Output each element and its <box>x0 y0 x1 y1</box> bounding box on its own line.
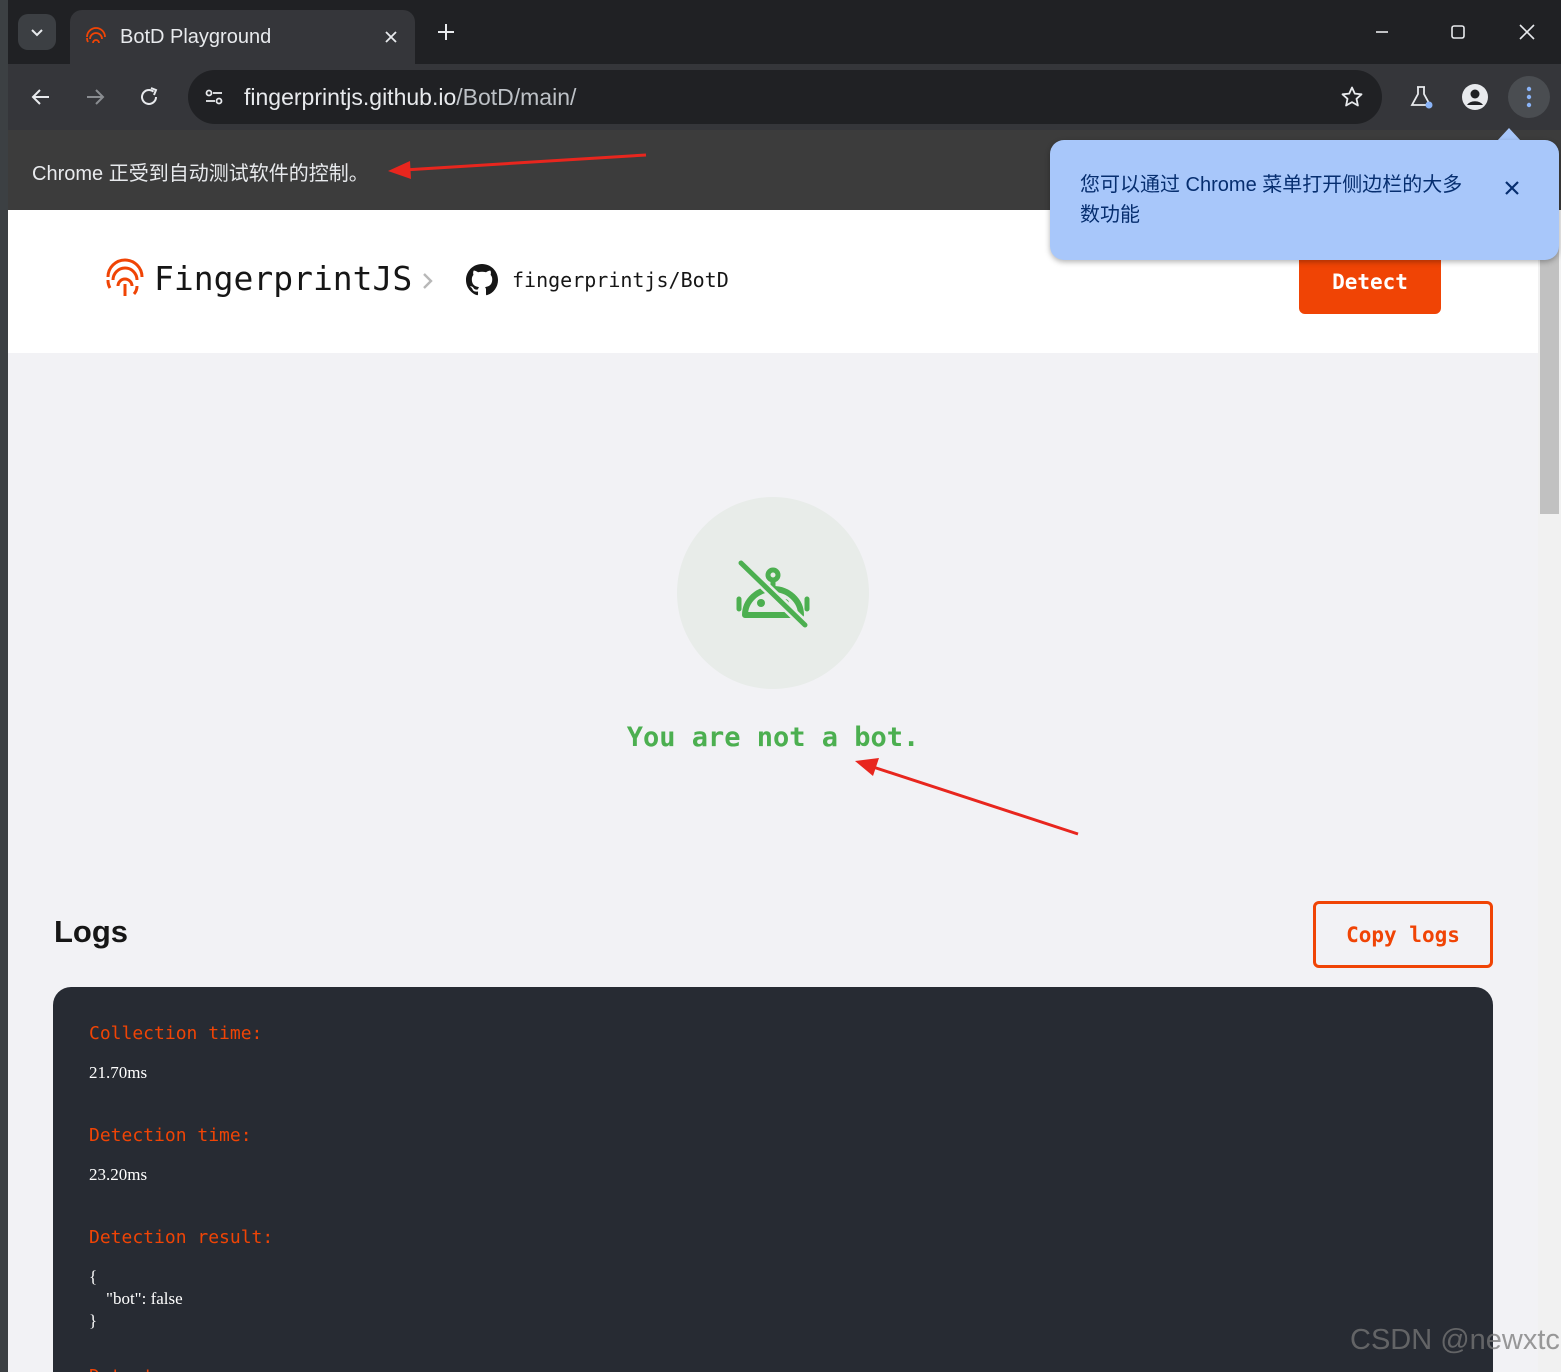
maximize-icon <box>1451 25 1465 39</box>
bookmark-button[interactable] <box>1332 77 1372 117</box>
log-key-collection-time: Collection time: <box>89 1023 263 1044</box>
close-tab-button[interactable] <box>381 27 401 47</box>
log-key-detectors: Detectors: <box>89 1366 1457 1372</box>
address-bar[interactable]: fingerprintjs.github.io/BotD/main/ <box>188 70 1382 124</box>
close-icon <box>1519 24 1535 40</box>
close-icon <box>385 31 397 43</box>
arrow-left-icon <box>31 89 49 105</box>
new-tab-button[interactable] <box>432 18 460 46</box>
tune-icon <box>205 89 223 105</box>
star-icon <box>1341 86 1363 107</box>
csdn-watermark: CSDN @newxtc <box>1350 1324 1560 1356</box>
reload-button[interactable] <box>130 78 168 116</box>
minimize-icon <box>1376 31 1388 33</box>
fingerprint-favicon-icon <box>86 27 106 44</box>
github-icon <box>466 264 498 296</box>
browser-window: BotD Playground fingerprintjs.github.io/… <box>0 0 1561 1372</box>
flask-icon <box>1410 86 1433 109</box>
log-key-detection-result: Detection result: <box>89 1227 274 1248</box>
tooltip-close-button[interactable] <box>1498 174 1526 202</box>
browser-toolbar: fingerprintjs.github.io/BotD/main/ <box>8 64 1561 130</box>
close-icon <box>1505 181 1519 195</box>
url-path: /BotD/main/ <box>456 83 577 110</box>
left-edge-strip <box>0 0 8 1372</box>
chevron-down-icon <box>31 29 43 37</box>
reload-icon <box>141 87 158 105</box>
logo-wordmark: FingerprintJS <box>154 258 413 298</box>
plus-icon <box>438 24 454 40</box>
tooltip-message: 您可以通过 Chrome 菜单打开侧边栏的大多数功能 <box>1080 174 1463 226</box>
result-icon-circle <box>677 497 869 689</box>
page-viewport: FingerprintJS fingerprintjs/BotD Detect … <box>8 210 1538 1372</box>
site-info-button[interactable] <box>194 77 234 117</box>
maximize-button[interactable] <box>1442 16 1474 48</box>
chevron-right-icon <box>423 273 433 289</box>
side-panel-tip-bubble: 您可以通过 Chrome 菜单打开侧边栏的大多数功能 <box>1050 140 1559 260</box>
log-value-detection-result: { "bot": false } <box>89 1267 183 1330</box>
page-scrollbar[interactable] <box>1538 210 1561 1372</box>
github-repo-label: fingerprintjs/BotD <box>512 268 729 292</box>
back-button[interactable] <box>22 78 60 116</box>
logs-panel: Collection time: 21.70ms Detection time:… <box>53 987 1493 1372</box>
arrow-right-icon <box>87 89 105 105</box>
labs-button[interactable] <box>1402 78 1440 116</box>
tab-search-button[interactable] <box>18 14 56 50</box>
tab-botd-playground[interactable]: BotD Playground <box>70 10 415 64</box>
more-vert-icon <box>1526 86 1532 108</box>
minimize-button[interactable] <box>1366 16 1398 48</box>
avatar-icon <box>1462 84 1488 110</box>
fingerprint-logo-icon <box>106 258 144 296</box>
log-key-detection-time: Detection time: <box>89 1125 252 1146</box>
logs-heading: Logs <box>54 914 129 949</box>
profile-button[interactable] <box>1456 78 1494 116</box>
forward-button[interactable] <box>76 78 114 116</box>
fingerprintjs-logo[interactable]: FingerprintJS <box>104 256 412 300</box>
robot-off-icon <box>736 559 810 629</box>
tab-title: BotD Playground <box>120 25 272 48</box>
url-text: fingerprintjs.github.io/BotD/main/ <box>244 84 1332 111</box>
chrome-menu-button[interactable] <box>1508 76 1550 118</box>
log-value-collection-time: 21.70ms <box>89 1063 148 1082</box>
copy-logs-button[interactable]: Copy logs <box>1313 901 1493 968</box>
bot-detection-result: You are not a bot. <box>626 722 920 753</box>
tab-bar: BotD Playground <box>8 0 1561 64</box>
url-host: fingerprintjs.github.io <box>244 83 457 110</box>
close-window-button[interactable] <box>1511 16 1543 48</box>
github-repo-link[interactable]: fingerprintjs/BotD <box>466 264 729 296</box>
log-value-detection-time: 23.20ms <box>89 1165 148 1184</box>
infobar-message: Chrome 正受到自动测试软件的控制。 <box>32 163 369 185</box>
